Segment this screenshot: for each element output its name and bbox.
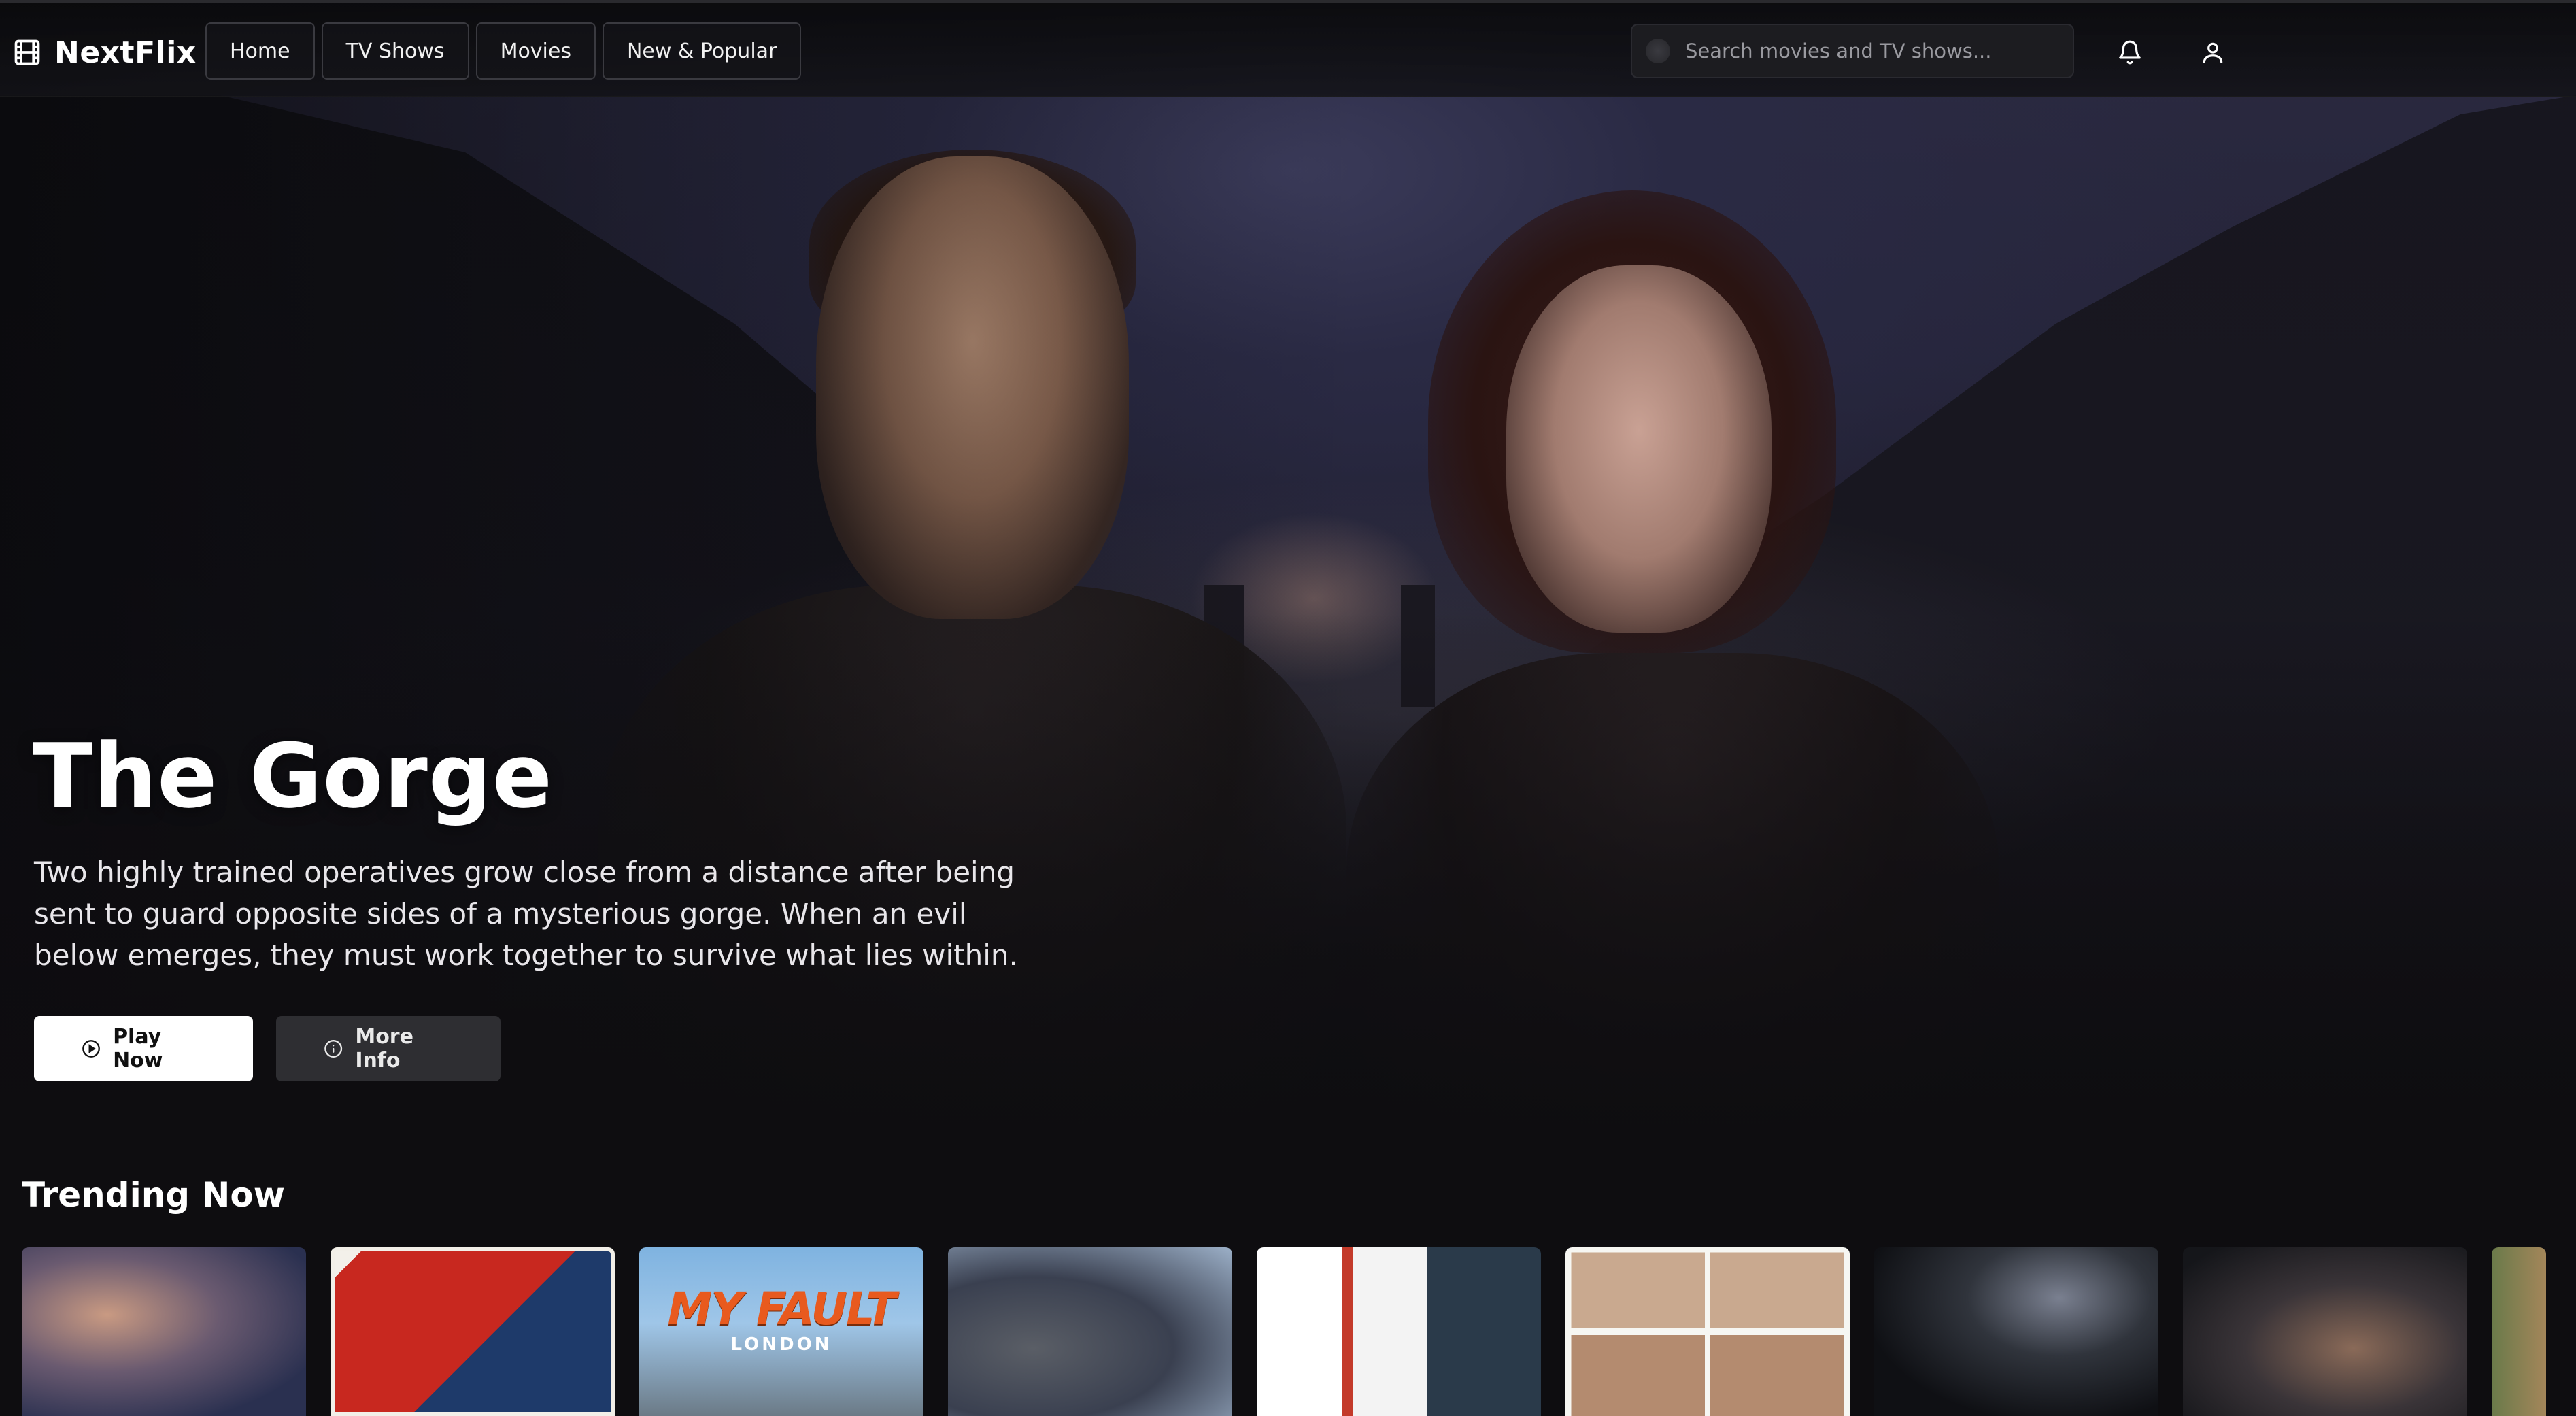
tab-home[interactable]: Home bbox=[205, 22, 315, 80]
card-subtitle-text: LONDON bbox=[730, 1334, 832, 1355]
notifications-button[interactable] bbox=[2111, 33, 2149, 71]
trending-card[interactable] bbox=[22, 1247, 306, 1416]
search-icon bbox=[1646, 39, 1670, 63]
search-box[interactable] bbox=[1631, 24, 2074, 78]
bell-icon bbox=[2119, 40, 2141, 65]
backdrop-figure-woman-face bbox=[1506, 265, 1772, 633]
trending-title: Trending Now bbox=[22, 1175, 285, 1215]
search-input[interactable] bbox=[1684, 39, 2059, 63]
trending-card[interactable] bbox=[2492, 1247, 2546, 1416]
info-icon bbox=[324, 1040, 343, 1058]
trending-card[interactable] bbox=[2183, 1247, 2467, 1416]
trending-row: MY FAULT LONDON bbox=[22, 1247, 2576, 1416]
brand-name: NextFlix bbox=[54, 35, 197, 70]
more-info-label: More Info bbox=[355, 1025, 413, 1073]
card-title-text: MY FAULT bbox=[667, 1283, 897, 1335]
play-now-button[interactable]: Play Now bbox=[34, 1016, 253, 1081]
hero-actions: Play Now More Info bbox=[34, 1016, 501, 1081]
user-icon bbox=[2203, 42, 2223, 63]
trending-card[interactable]: MY FAULT LONDON bbox=[639, 1247, 923, 1416]
trending-card[interactable] bbox=[1257, 1247, 1541, 1416]
profile-button[interactable] bbox=[2194, 33, 2232, 71]
play-circle-icon bbox=[82, 1040, 100, 1058]
trending-card[interactable] bbox=[1874, 1247, 2158, 1416]
trending-card[interactable] bbox=[1565, 1247, 1850, 1416]
trending-card[interactable] bbox=[331, 1247, 615, 1416]
tab-movies[interactable]: Movies bbox=[475, 22, 596, 80]
tab-tv-shows[interactable]: TV Shows bbox=[321, 22, 469, 80]
more-info-button[interactable]: More Info bbox=[276, 1016, 501, 1081]
app-viewport: NextFlix Home TV Shows Movies New & Popu… bbox=[0, 0, 2576, 1416]
nav-tabs: Home TV Shows Movies New & Popular bbox=[205, 22, 802, 80]
film-icon bbox=[14, 39, 40, 65]
hero-description: Two highly trained operatives grow close… bbox=[34, 856, 1018, 972]
trending-card[interactable] bbox=[948, 1247, 1232, 1416]
play-now-label: Play Now bbox=[113, 1025, 163, 1073]
hero-title: The Gorge bbox=[33, 724, 554, 828]
top-navbar: NextFlix Home TV Shows Movies New & Popu… bbox=[0, 0, 2576, 97]
tab-new-popular[interactable]: New & Popular bbox=[602, 22, 802, 80]
brand-logo[interactable]: NextFlix bbox=[12, 32, 197, 73]
